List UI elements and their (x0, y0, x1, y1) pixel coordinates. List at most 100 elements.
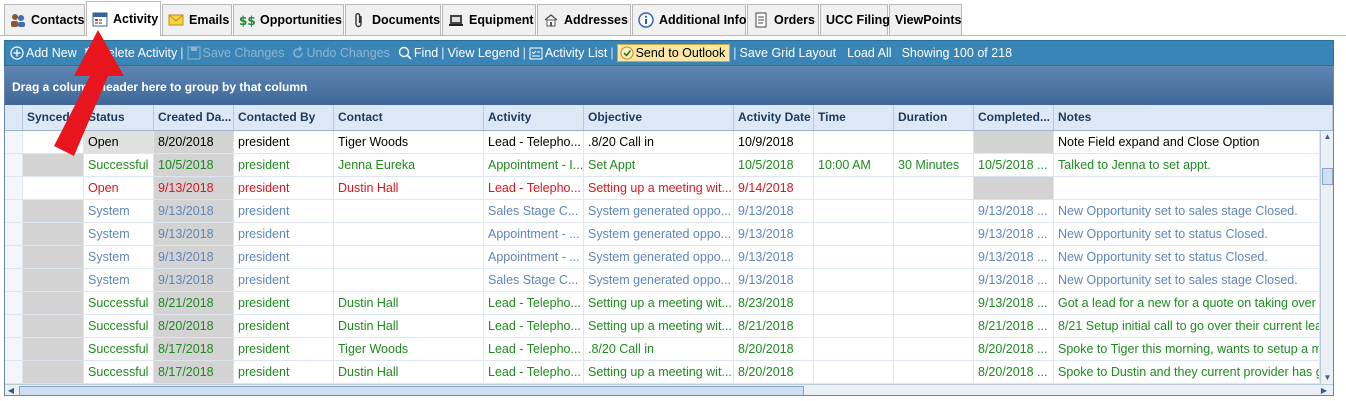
cell-time[interactable] (814, 200, 894, 223)
cell-contacted-by[interactable]: president (234, 338, 334, 361)
cell-created-date[interactable]: 8/20/2018 (154, 315, 234, 338)
cell-contact[interactable]: Dustin Hall (334, 292, 484, 315)
cell-synced[interactable] (23, 223, 84, 246)
cell-status[interactable]: System (84, 223, 154, 246)
table-row[interactable]: Open 9/13/2018 president Dustin Hall Lead - … (5, 177, 1320, 200)
cell-duration[interactable]: 30 Minutes (894, 154, 974, 177)
cell-contact[interactable]: Dustin Hall (334, 315, 484, 338)
cell-activity[interactable]: Lead - Telepho... (484, 361, 584, 384)
cell-status[interactable]: Open (84, 177, 154, 200)
cell-time[interactable] (814, 361, 894, 384)
cell-activity[interactable]: Lead - Telepho... (484, 292, 584, 315)
undo-changes-button[interactable]: Undo Changes (291, 41, 390, 65)
cell-duration[interactable] (894, 131, 974, 154)
row-indicator[interactable] (5, 177, 23, 200)
cell-status[interactable]: System (84, 200, 154, 223)
scroll-right-icon[interactable]: ▶ (1319, 386, 1329, 395)
row-indicator[interactable] (5, 269, 23, 292)
cell-duration[interactable] (894, 315, 974, 338)
cell-completed[interactable]: 8/21/2018 ... (974, 315, 1054, 338)
cell-duration[interactable] (894, 246, 974, 269)
cell-notes[interactable]: Spoke to Dustin and they current provide… (1054, 361, 1320, 384)
column-header-contacted-by[interactable]: Contacted By (234, 105, 334, 130)
cell-notes[interactable]: 8/21 Setup initial call to go over their… (1054, 315, 1320, 338)
cell-notes[interactable]: Talked to Jenna to set appt. (1054, 154, 1320, 177)
cell-duration[interactable] (894, 177, 974, 200)
tab-ucc-filing[interactable]: UCC Filing (820, 4, 890, 35)
tab-viewpoints[interactable]: ViewPoints (889, 4, 962, 35)
cell-activity[interactable]: Appointment - ... (484, 223, 584, 246)
cell-activity[interactable]: Sales Stage C... (484, 200, 584, 223)
cell-time[interactable] (814, 223, 894, 246)
cell-completed[interactable]: 9/13/2018 ... (974, 292, 1054, 315)
cell-created-date[interactable]: 10/5/2018 (154, 154, 234, 177)
cell-created-date[interactable]: 8/21/2018 (154, 292, 234, 315)
tab-documents[interactable]: Documents (345, 4, 441, 35)
cell-activity[interactable]: Lead - Telepho... (484, 338, 584, 361)
row-indicator[interactable] (5, 315, 23, 338)
vertical-scroll-thumb[interactable] (1322, 168, 1333, 185)
tab-equipment[interactable]: Equipment (442, 4, 536, 35)
cell-synced[interactable] (23, 361, 84, 384)
cell-notes[interactable]: Note Field expand and Close Option (1054, 131, 1320, 154)
cell-notes[interactable]: New Opportunity set to sales stage Close… (1054, 200, 1320, 223)
cell-objective[interactable]: Set Appt (584, 154, 734, 177)
horizontal-scrollbar[interactable]: ◀ ▶ (5, 384, 1333, 395)
cell-status[interactable]: System (84, 246, 154, 269)
cell-activity-date[interactable]: 9/14/2018 (734, 177, 814, 200)
cell-objective[interactable]: System generated oppo... (584, 200, 734, 223)
tab-addresses[interactable]: Addresses (537, 4, 631, 35)
cell-duration[interactable] (894, 292, 974, 315)
column-header-objective[interactable]: Objective (584, 105, 734, 130)
table-row[interactable]: Successful 8/20/2018 president Dustin Hall L… (5, 315, 1320, 338)
cell-duration[interactable] (894, 338, 974, 361)
cell-activity-date[interactable]: 8/20/2018 (734, 338, 814, 361)
cell-activity[interactable]: Lead - Telepho... (484, 177, 584, 200)
cell-synced[interactable] (23, 292, 84, 315)
row-indicator[interactable] (5, 361, 23, 384)
tab-orders[interactable]: Orders (747, 4, 819, 35)
column-header-created-date[interactable]: Created Da... (154, 105, 234, 130)
scroll-up-icon[interactable]: ▲ (1322, 132, 1333, 142)
column-header-notes[interactable]: Notes (1054, 105, 1333, 130)
cell-contacted-by[interactable]: president (234, 315, 334, 338)
table-row[interactable]: Successful 10/5/2018 president Jenna Eureka… (5, 154, 1320, 177)
load-all-button[interactable]: Load All (847, 41, 891, 65)
cell-synced[interactable] (23, 338, 84, 361)
cell-completed[interactable]: 10/5/2018 ... (974, 154, 1054, 177)
cell-objective[interactable]: Setting up a meeting wit... (584, 292, 734, 315)
cell-synced[interactable] (23, 200, 84, 223)
cell-duration[interactable] (894, 269, 974, 292)
cell-time[interactable] (814, 338, 894, 361)
cell-contacted-by[interactable]: president (234, 361, 334, 384)
row-indicator[interactable] (5, 200, 23, 223)
view-legend-button[interactable]: View Legend (448, 41, 520, 65)
row-indicator[interactable] (5, 292, 23, 315)
vertical-scrollbar[interactable]: ▲ ▼ (1320, 131, 1333, 385)
cell-notes[interactable]: New Opportunity set to sales stage Close… (1054, 269, 1320, 292)
find-button[interactable]: Find (398, 41, 438, 65)
cell-created-date[interactable]: 9/13/2018 (154, 200, 234, 223)
cell-contacted-by[interactable]: president (234, 177, 334, 200)
cell-contact[interactable] (334, 223, 484, 246)
cell-contact[interactable] (334, 269, 484, 292)
cell-synced[interactable] (23, 246, 84, 269)
cell-created-date[interactable]: 8/17/2018 (154, 338, 234, 361)
cell-created-date[interactable]: 8/17/2018 (154, 361, 234, 384)
cell-activity[interactable]: Appointment - I... (484, 154, 584, 177)
table-row[interactable]: System 9/13/2018 president Appointment - ..… (5, 246, 1320, 269)
cell-completed[interactable]: 9/13/2018 ... (974, 200, 1054, 223)
cell-time[interactable] (814, 292, 894, 315)
table-row[interactable]: Successful 8/21/2018 president Dustin Hall L… (5, 292, 1320, 315)
table-row[interactable]: System 9/13/2018 president Sales Stage C...… (5, 269, 1320, 292)
cell-created-date[interactable]: 9/13/2018 (154, 177, 234, 200)
cell-activity-date[interactable]: 9/13/2018 (734, 223, 814, 246)
column-header-completed[interactable]: Completed... (974, 105, 1054, 130)
cell-status[interactable]: Successful (84, 292, 154, 315)
cell-objective[interactable]: Setting up a meeting wit... (584, 315, 734, 338)
cell-notes[interactable] (1054, 177, 1320, 200)
cell-activity[interactable]: Lead - Telepho... (484, 131, 584, 154)
cell-notes[interactable]: Spoke to Tiger this morning, wants to se… (1054, 338, 1320, 361)
cell-objective[interactable]: Setting up a meeting wit... (584, 177, 734, 200)
cell-completed[interactable]: 9/13/2018 ... (974, 223, 1054, 246)
